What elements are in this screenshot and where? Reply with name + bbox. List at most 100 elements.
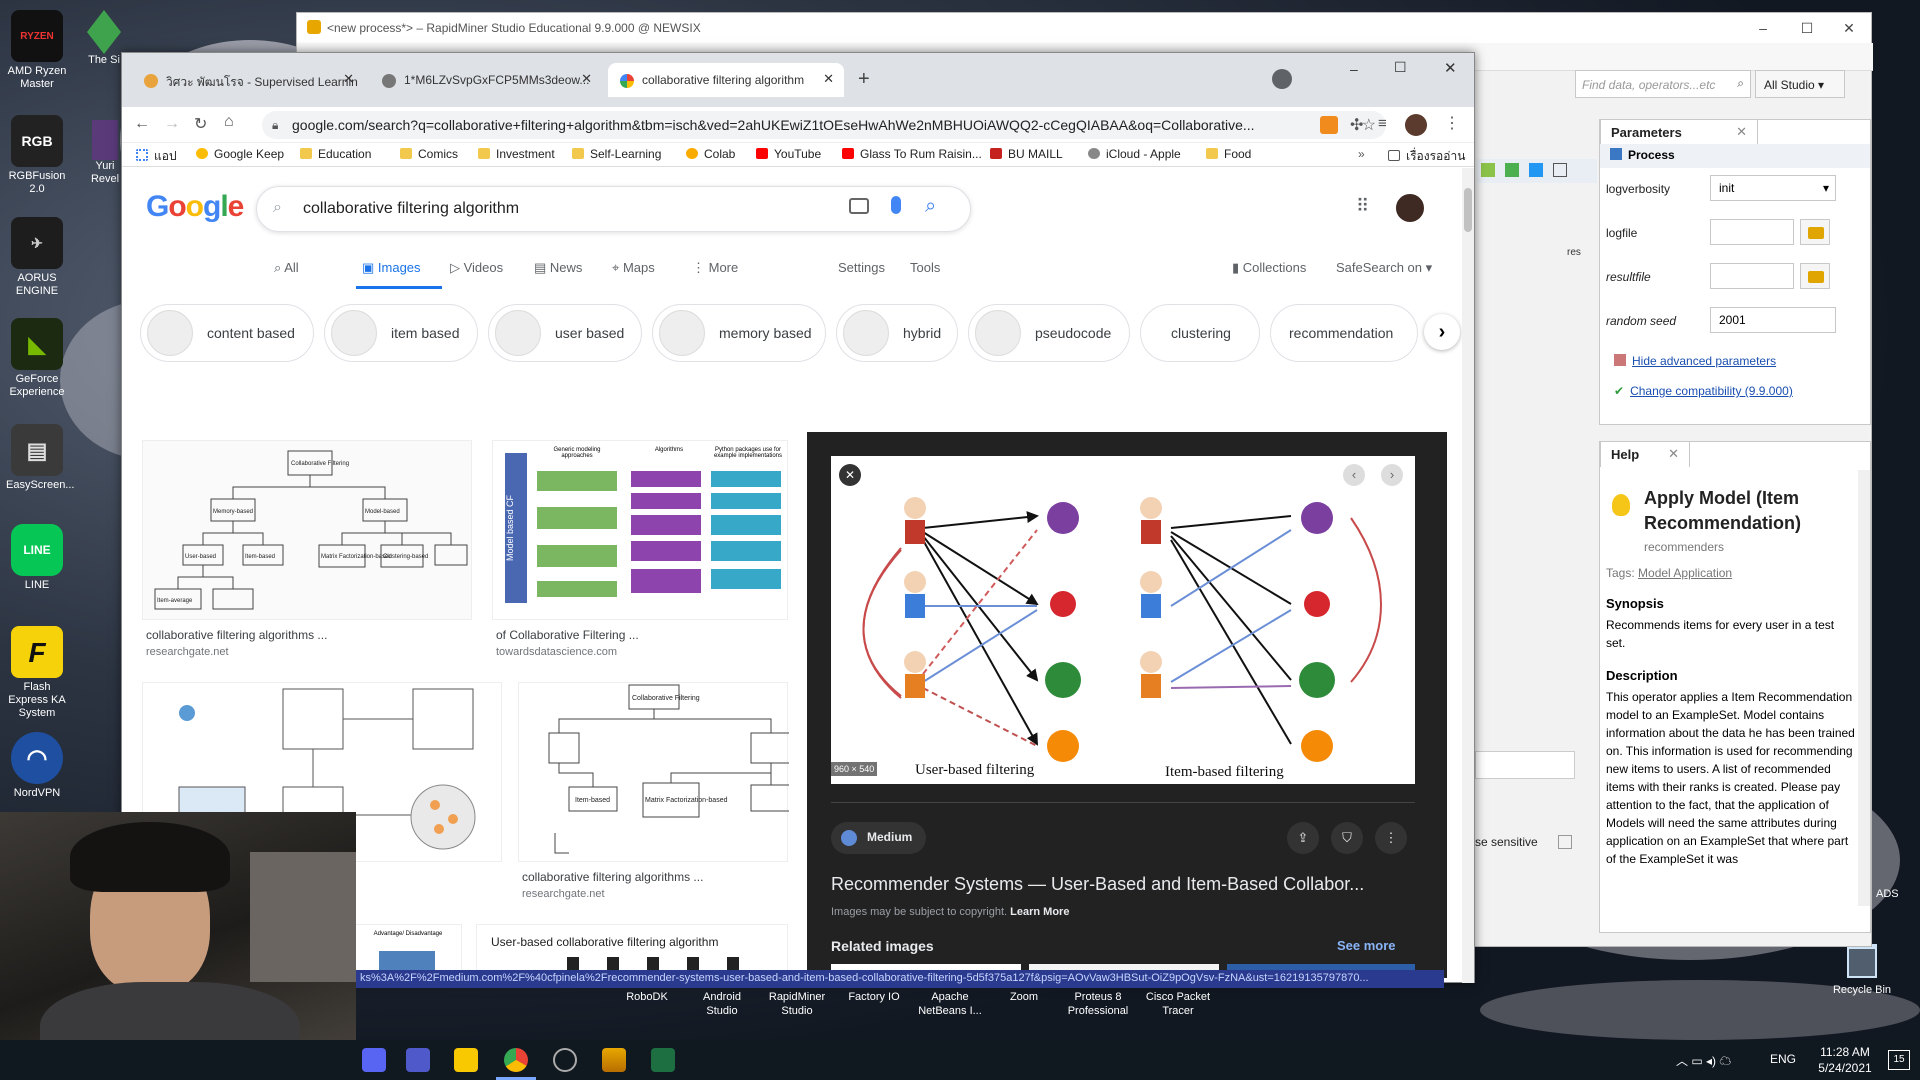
dock-item-rapidminer[interactable]: RapidMiner Studio (760, 990, 834, 1018)
fit-icon[interactable] (1553, 163, 1567, 177)
save-bookmark-icon[interactable]: ⛉ (1331, 822, 1363, 854)
logfile-input[interactable] (1710, 219, 1794, 245)
new-tab-button[interactable]: + (858, 68, 870, 91)
preview-image[interactable]: User-based filtering Item-based filterin… (831, 456, 1415, 784)
change-compatibility-link[interactable]: ✔ Change compatibility (9.9.000) (1614, 384, 1793, 398)
previous-image-icon[interactable]: ‹ (1343, 464, 1365, 486)
extension-icon[interactable] (1320, 116, 1338, 134)
connect-icon[interactable] (1505, 163, 1519, 177)
camera-icon[interactable] (849, 198, 869, 214)
close-icon[interactable]: ✕ (1736, 124, 1747, 140)
close-preview-icon[interactable]: ✕ (839, 464, 861, 486)
safesearch-toggle[interactable]: SafeSearch on ▾ (1336, 260, 1432, 276)
tag-link[interactable]: Model Application (1638, 566, 1732, 580)
result-caption[interactable]: of Collaborative Filtering ... (496, 628, 639, 642)
tab-images[interactable]: ▣ Images (362, 260, 421, 276)
resultfile-input[interactable] (1710, 263, 1794, 289)
logfile-browse-button[interactable] (1800, 219, 1830, 245)
apps-grid-icon[interactable]: ⠿ (1356, 196, 1369, 217)
desktop-icon-geforce[interactable]: ◣ GeForce Experience (6, 318, 68, 399)
tools-link[interactable]: Tools (910, 260, 940, 275)
more-menu-icon[interactable]: ⋮ (1444, 113, 1460, 133)
chip-recommendation[interactable]: recommendation (1270, 304, 1418, 362)
image-result-1[interactable]: Collaborative Filtering Memory-based Mod… (142, 440, 472, 620)
bookmark-glass-to-rum[interactable]: Glass To Rum Raisin... (842, 147, 982, 161)
page-scrollbar-track[interactable] (1462, 168, 1474, 983)
desktop-icon-easyscreen[interactable]: ▤ EasyScreen... (6, 424, 74, 492)
more-options-icon[interactable]: ⋮ (1375, 822, 1407, 854)
desktop-icon-recycle-bin[interactable]: Recycle Bin (1830, 944, 1894, 996)
media-control-icon[interactable]: ≡ (1378, 115, 1387, 132)
all-studio-dropdown[interactable]: All Studio ▾ (1755, 70, 1845, 98)
tab-search-icon[interactable] (1272, 69, 1292, 89)
settings-link[interactable]: Settings (838, 260, 885, 275)
preview-title-link[interactable]: Recommender Systems — User-Based and Ite… (831, 874, 1364, 895)
chip-hybrid[interactable]: hybrid (836, 304, 958, 362)
account-avatar[interactable] (1394, 192, 1426, 224)
bookmark-youtube[interactable]: YouTube (756, 147, 821, 161)
file-explorer-icon[interactable] (454, 1048, 478, 1072)
dock-item-robodk[interactable]: RoboDK (612, 990, 682, 1004)
image-result-4[interactable]: Collaborative Filtering Item-based Matri… (518, 682, 792, 862)
steam-icon[interactable] (553, 1048, 577, 1072)
maximize-button[interactable]: ☐ (1394, 59, 1407, 76)
see-more-link[interactable]: See more (1337, 938, 1396, 953)
clock[interactable]: 11:28 AM 5/24/2021 (1810, 1044, 1880, 1076)
share-icon[interactable]: ⇪ (1287, 822, 1319, 854)
bookmark-folder-food[interactable]: Food (1206, 147, 1251, 161)
source-chip[interactable]: Medium (831, 822, 927, 854)
result-source[interactable]: researchgate.net (522, 888, 605, 900)
close-icon[interactable]: ✕ (1668, 446, 1679, 462)
desktop-icon-ryzen-master[interactable]: RYZEN AMD Ryzen Master (6, 10, 68, 91)
tab-parameters[interactable]: Parameters ✕ (1600, 119, 1758, 145)
browser-tab-3[interactable]: collaborative filtering algorithm ✕ (608, 63, 844, 97)
close-tab-icon[interactable]: ✕ (823, 71, 834, 87)
google-logo[interactable]: Google (146, 190, 244, 224)
close-tab-icon[interactable]: ✕ (581, 71, 592, 87)
collections-link[interactable]: ▮ Collections (1232, 260, 1306, 276)
browser-tab-2[interactable]: 1*M6LZvSvpGxFCP5MMs3deow... ✕ (370, 63, 602, 97)
reading-list[interactable]: เรื่องรออ่าน (1388, 147, 1465, 166)
chrome-taskbar-icon[interactable] (504, 1048, 528, 1072)
desktop-icon-rgbfusion[interactable]: RGB RGBFusion 2.0 (6, 115, 68, 196)
bookmark-colab[interactable]: Colab (686, 147, 735, 161)
close-tab-icon[interactable]: ✕ (343, 71, 354, 87)
microphone-icon[interactable] (891, 196, 901, 214)
desktop-icon-nordvpn[interactable]: ◠ NordVPN (6, 732, 68, 800)
language-indicator[interactable]: ENG (1770, 1052, 1796, 1066)
reload-icon[interactable]: ↻ (194, 114, 207, 134)
bookmark-folder-investment[interactable]: Investment (478, 147, 555, 161)
layout-icon[interactable] (1529, 163, 1543, 177)
chip-clustering[interactable]: clustering (1140, 304, 1260, 362)
add-operator-icon[interactable] (1481, 163, 1495, 177)
result-source[interactable]: towardsdatascience.com (496, 646, 617, 658)
filter-input[interactable] (1475, 751, 1575, 779)
learn-more-link[interactable]: Learn More (1010, 906, 1069, 918)
dock-item-android-studio[interactable]: Android Studio (690, 990, 754, 1018)
rapidminer-search-input[interactable]: Find data, operators...etc ⌕ (1575, 70, 1751, 98)
dock-item-factory-io[interactable]: Factory IO (842, 990, 906, 1004)
desktop-icon-flash-express[interactable]: F Flash Express KA System (6, 626, 68, 720)
rapidminer-taskbar-icon[interactable] (602, 1048, 626, 1072)
puzzle-icon[interactable]: ✣ (1350, 115, 1363, 135)
desktop-icon-yuri[interactable]: Yuri Revel (90, 120, 120, 186)
excel-icon[interactable] (651, 1048, 675, 1072)
desktop-icon-aorus[interactable]: ✈ AORUS ENGINE (6, 217, 68, 298)
address-bar[interactable]: 🔒︎ google.com/search?q=collaborative+fil… (262, 111, 1386, 139)
bookmark-apps[interactable]: แอป (136, 147, 177, 166)
case-sensitive-option[interactable]: se sensitive (1475, 835, 1572, 849)
random-seed-input[interactable]: 2001 (1710, 307, 1836, 333)
forward-icon[interactable]: → (164, 115, 180, 133)
chips-next-chevron-icon[interactable]: › (1424, 314, 1460, 350)
chip-content-based[interactable]: content based (140, 304, 314, 362)
result-caption[interactable]: collaborative filtering algorithms ... (522, 870, 703, 884)
image-result-2[interactable]: Model based CF Generic modeling approach… (492, 440, 788, 620)
maximize-button[interactable]: ☐ (1787, 17, 1827, 39)
minimize-button[interactable]: – (1350, 61, 1358, 77)
home-icon[interactable]: ⌂ (224, 113, 234, 131)
discord-icon[interactable] (362, 1048, 386, 1072)
chip-user-based[interactable]: user based (488, 304, 642, 362)
dock-item-proteus[interactable]: Proteus 8 Professional (1060, 990, 1136, 1018)
search-submit-icon[interactable]: ⌕ (925, 195, 936, 218)
minimize-button[interactable]: – (1743, 17, 1783, 39)
